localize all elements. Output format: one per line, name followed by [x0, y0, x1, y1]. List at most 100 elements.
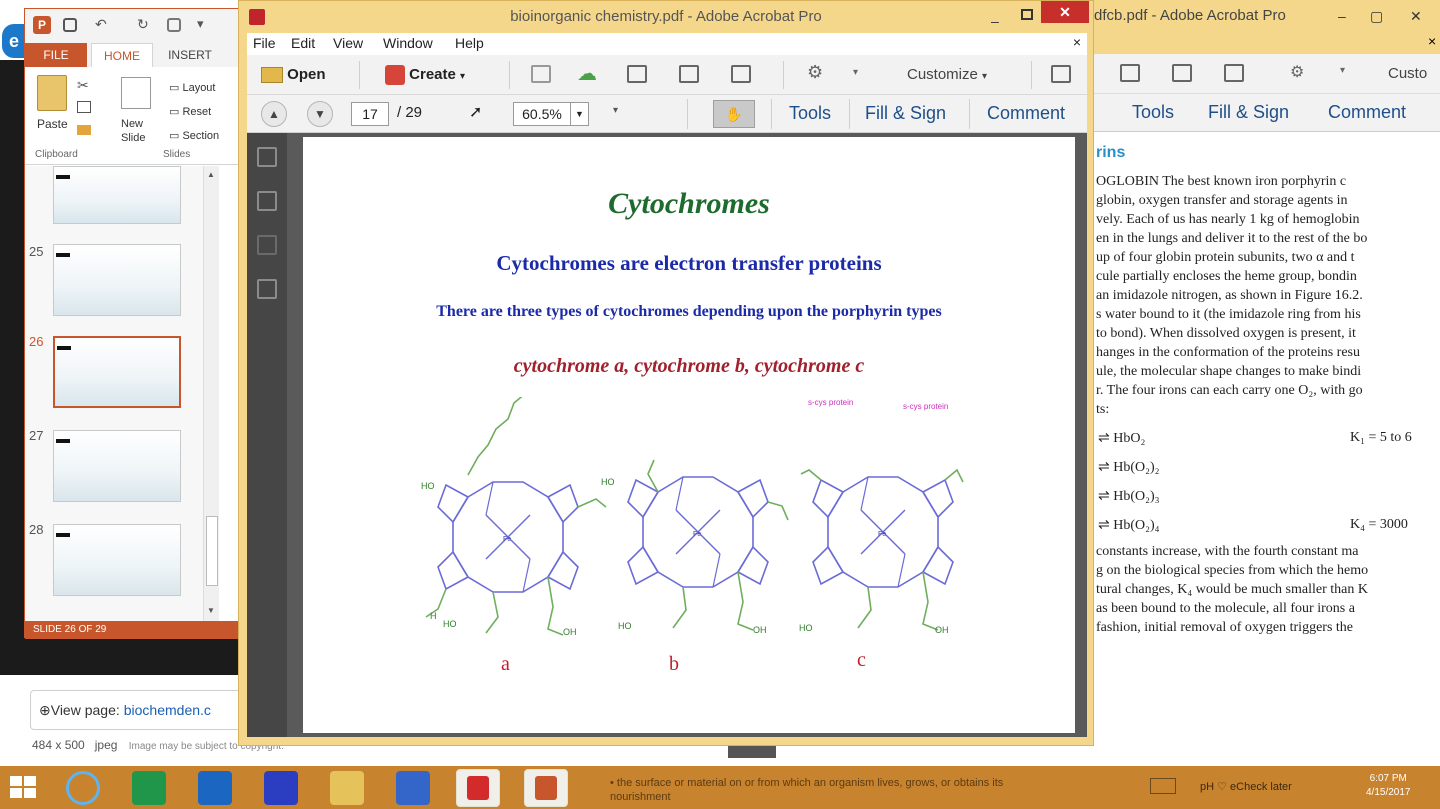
tab-home[interactable]: HOME [91, 43, 153, 67]
print-icon[interactable] [627, 65, 647, 83]
view-page-button[interactable]: ⊕ View page: biochemden.c [30, 690, 250, 730]
tab-file[interactable]: FILE [25, 43, 87, 67]
atom-label: HO [618, 621, 632, 631]
browser-back-icon[interactable]: e [2, 24, 26, 58]
tools-pane-button[interactable]: Tools [789, 103, 831, 124]
cys-label: s-cys protein [808, 398, 853, 407]
hand-tool-button[interactable]: ✋ [713, 100, 755, 128]
maximize-icon[interactable] [1021, 9, 1033, 20]
comment-pane-button[interactable]: Comment [1328, 102, 1406, 123]
page-thumbnails-icon[interactable] [257, 147, 277, 167]
menu-window[interactable]: Window [383, 35, 433, 51]
minimize-icon[interactable]: – [1338, 0, 1346, 32]
section-button[interactable]: ▭ Section [169, 129, 219, 142]
ppt-titlebar: P ↶ ↻ ▾ [25, 9, 253, 41]
save-icon[interactable] [63, 18, 77, 32]
start-button[interactable] [10, 776, 38, 800]
slide-thumbnail[interactable] [53, 166, 181, 224]
slide-pane-scrollbar[interactable]: ▲ ▼ [203, 166, 219, 621]
store-icon[interactable] [132, 771, 166, 805]
slide-thumbnail[interactable] [53, 524, 181, 596]
comment-pane-button[interactable]: Comment [987, 103, 1065, 124]
settings-icon[interactable]: ⚙ [807, 62, 823, 83]
file-explorer-icon[interactable] [330, 771, 364, 805]
bookmarks-icon[interactable] [257, 191, 277, 211]
document-viewer[interactable]: Cytochromes Cytochromes are electron tra… [287, 133, 1087, 737]
attachments-icon[interactable] [257, 279, 277, 299]
chevron-down-icon[interactable]: ▾ [853, 67, 858, 78]
close-icon[interactable]: ✕ [1410, 0, 1422, 32]
scroll-down-icon[interactable]: ▼ [207, 606, 215, 615]
slide-thumbnail-selected[interactable] [53, 336, 181, 408]
atom-label: OH [935, 625, 949, 635]
redo-icon[interactable]: ↻ [137, 16, 155, 34]
acrobat-window-background: dfcb.pdf - Adobe Acrobat Pro – ▢ ✕ × ⚙ ▾… [1090, 0, 1440, 760]
menu-file[interactable]: File [253, 35, 276, 51]
chevron-down-icon[interactable]: ▾ [1340, 65, 1345, 76]
close-doc-icon[interactable]: × [1073, 34, 1081, 50]
page-number-input[interactable]: 17 [351, 102, 389, 126]
customize-qat-icon[interactable]: ▾ [197, 16, 215, 34]
app-icon[interactable] [264, 771, 298, 805]
email-icon[interactable] [1224, 64, 1244, 82]
create-button[interactable]: Create ▾ [385, 63, 465, 87]
previous-page-button[interactable]: ▲ [261, 101, 287, 127]
new-slide-icon[interactable] [121, 77, 151, 109]
scroll-up-icon[interactable]: ▲ [207, 170, 215, 179]
email-icon[interactable] [731, 65, 751, 83]
open-button[interactable]: Open [261, 63, 326, 87]
edit-icon[interactable] [1172, 64, 1192, 82]
save-icon[interactable] [531, 65, 551, 83]
fill-sign-pane-button[interactable]: Fill & Sign [865, 103, 946, 124]
zoom-dropdown[interactable]: ▼ [571, 102, 589, 126]
menu-help[interactable]: Help [455, 35, 484, 51]
tab-insert[interactable]: INSERT [159, 43, 221, 67]
text-line: r. The four irons can each carry one O₂,… [1096, 383, 1363, 398]
customize-button[interactable]: Custo [1388, 65, 1427, 82]
settings-icon[interactable]: ⚙ [1290, 62, 1304, 82]
customize-label: Customize [907, 66, 978, 83]
close-doc-icon[interactable]: × [1428, 33, 1436, 49]
customize-button[interactable]: Customize ▾ [907, 63, 987, 87]
slide-thumbnail[interactable] [53, 244, 181, 316]
powerpoint-taskbar-icon[interactable] [524, 769, 568, 807]
print-icon[interactable] [1120, 64, 1140, 82]
new-slide-button[interactable]: New Slide [121, 117, 161, 145]
paste-icon[interactable] [37, 75, 67, 111]
undo-icon[interactable]: ↶ [95, 16, 113, 34]
view-page-link[interactable]: biochemden.c [124, 702, 211, 718]
app-icon[interactable] [396, 771, 430, 805]
reset-button[interactable]: ▭ Reset [169, 105, 211, 118]
acrobat-taskbar-icon[interactable] [456, 769, 500, 807]
more-tools-icon[interactable]: ▾ [613, 105, 618, 116]
fullscreen-icon[interactable] [1051, 65, 1071, 83]
paste-button[interactable]: Paste [37, 117, 68, 131]
next-page-button[interactable]: ▼ [307, 101, 333, 127]
acrobat-bg-panes: Tools Fill & Sign Comment [1090, 94, 1440, 132]
close-icon[interactable]: ✕ [1041, 1, 1089, 23]
slide-thumbnail[interactable] [53, 430, 181, 502]
scroll-thumb[interactable] [206, 516, 218, 586]
menu-view[interactable]: View [333, 35, 363, 51]
internet-explorer-icon[interactable] [66, 771, 100, 805]
tools-pane-button[interactable]: Tools [1132, 102, 1174, 123]
structure-label: b [669, 653, 679, 675]
select-cursor-icon[interactable]: ➚ [469, 102, 482, 122]
signatures-icon[interactable] [257, 235, 277, 255]
slides-group-label: Slides [163, 149, 191, 160]
format-painter-icon[interactable] [77, 125, 91, 135]
layout-button[interactable]: ▭ Layout [169, 81, 215, 94]
clock[interactable]: 6:07 PM 4/15/2017 [1366, 772, 1411, 800]
fill-sign-pane-button[interactable]: Fill & Sign [1208, 102, 1289, 123]
slideshow-icon[interactable] [167, 18, 181, 32]
menu-edit[interactable]: Edit [291, 35, 315, 51]
porphyrin-structures: HO HO OH H HO HO OH HO OH Fe Fe Fe s-cys… [421, 397, 964, 637]
outlook-icon[interactable] [198, 771, 232, 805]
copy-icon[interactable] [77, 101, 91, 113]
maximize-icon[interactable]: ▢ [1370, 0, 1383, 32]
keyboard-icon[interactable] [1150, 778, 1176, 794]
cloud-upload-icon[interactable]: ☁ [577, 61, 597, 86]
zoom-input[interactable]: 60.5% [513, 102, 571, 126]
edit-icon[interactable] [679, 65, 699, 83]
cut-icon[interactable]: ✂ [77, 77, 89, 94]
